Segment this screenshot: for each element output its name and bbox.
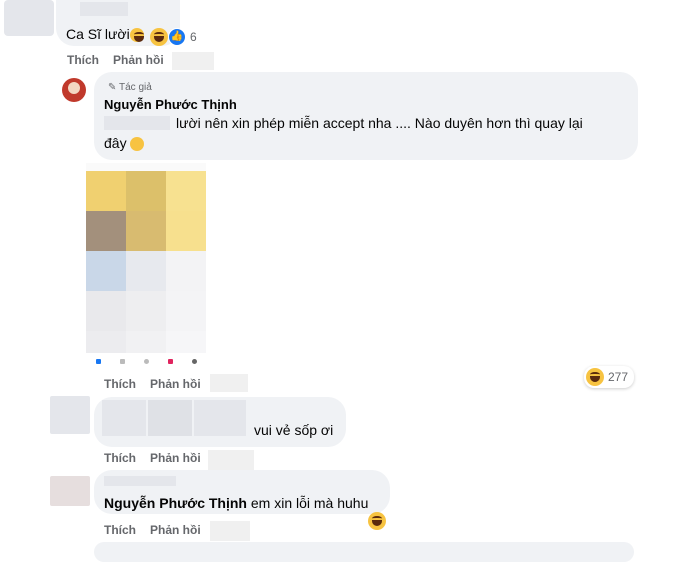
like-button[interactable]: Thích — [67, 53, 99, 67]
image-tile — [166, 251, 206, 291]
comment-text: Ca Sĩ lười — [66, 24, 144, 44]
comment-text-line1: lười nên xin phép miễn accept nha .... N… — [176, 115, 583, 131]
reaction-count: 277 — [608, 370, 629, 384]
comment-bubble: Nguyễn Phước Thịnh em xin lỗi mà huhu — [94, 470, 390, 514]
comment-actions: Thích Phản hồi — [67, 53, 164, 67]
comment-text: vui vẻ sốp ơi — [254, 422, 334, 438]
reply-button[interactable]: Phản hồi — [113, 53, 164, 67]
redacted-timestamp — [210, 374, 248, 392]
comment-text: Nguyễn Phước Thịnh em xin lỗi mà huhu — [104, 495, 369, 511]
redacted-text — [104, 476, 176, 486]
avatar[interactable] — [4, 0, 54, 36]
redacted-timestamp — [210, 521, 250, 541]
attached-image[interactable] — [86, 163, 206, 369]
phone-tab-bar — [86, 353, 206, 369]
like-button[interactable]: Thích — [104, 377, 136, 391]
like-button[interactable]: Thích — [104, 451, 136, 465]
reply-button[interactable]: Phản hồi — [150, 451, 201, 465]
image-tile — [126, 331, 166, 353]
image-tile — [86, 251, 126, 291]
haha-reaction-icon — [150, 28, 168, 46]
like-button[interactable]: Thích — [104, 523, 136, 537]
reaction-summary[interactable]: 277 — [584, 366, 635, 388]
redacted-text — [102, 400, 146, 436]
comment-actions: Thích Phản hồi — [104, 523, 201, 537]
image-tile — [126, 171, 166, 211]
redacted-name — [80, 2, 128, 16]
comment-actions: Thích Phản hồi — [104, 451, 201, 465]
comment-text-line2: đây — [104, 133, 145, 153]
image-tile — [86, 291, 126, 331]
redacted-text — [104, 116, 170, 130]
like-reaction-icon: 👍 — [168, 28, 186, 46]
comment-actions: Thích Phản hồi — [104, 377, 201, 391]
reply-button[interactable]: Phản hồi — [150, 523, 201, 537]
image-tile — [166, 291, 206, 331]
reply-bubble: ✎ Tác giả Nguyễn Phước Thịnh lười nên xi… — [94, 72, 638, 160]
reaction-summary[interactable]: 👍 6 — [148, 26, 203, 48]
reaction-count: 6 — [190, 30, 197, 44]
image-tile — [126, 291, 166, 331]
next-comment-bubble — [94, 542, 634, 562]
comment-bubble: vui vẻ sốp ơi — [94, 397, 346, 447]
relieved-emoji-icon — [130, 137, 145, 152]
image-tile — [86, 331, 126, 353]
author-avatar[interactable] — [62, 78, 86, 102]
reply-button[interactable]: Phản hồi — [150, 377, 201, 391]
phone-status-bar — [86, 163, 206, 171]
image-tile — [86, 171, 126, 211]
author-badge: ✎ Tác giả — [108, 82, 152, 93]
haha-reaction-icon — [586, 368, 604, 386]
pencil-icon: ✎ — [108, 82, 117, 93]
redacted-timestamp — [208, 450, 254, 470]
avatar[interactable] — [50, 396, 90, 434]
image-tile — [126, 211, 166, 251]
image-tile — [166, 171, 206, 211]
image-tile — [126, 251, 166, 291]
rofl-emoji-icon — [129, 28, 144, 43]
mention-name[interactable]: Nguyễn Phước Thịnh — [104, 495, 247, 511]
redacted-text — [194, 400, 246, 436]
image-tile — [166, 331, 206, 353]
avatar[interactable] — [50, 476, 90, 506]
image-tile — [86, 211, 126, 251]
author-name[interactable]: Nguyễn Phước Thịnh — [104, 97, 237, 112]
image-tile — [166, 211, 206, 251]
redacted-timestamp — [172, 52, 214, 70]
haha-reaction-icon[interactable] — [368, 512, 386, 530]
redacted-text — [148, 400, 192, 436]
